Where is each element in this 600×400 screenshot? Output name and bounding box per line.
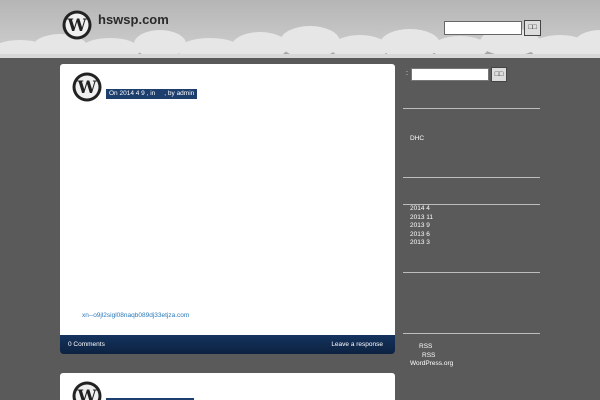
archive-link[interactable]: 2013 9 [410,222,433,231]
sidebar-dhc-link[interactable]: DHC [410,135,424,144]
site-title[interactable]: hswsp.com [98,12,169,27]
meta-links-list: RSS RSS WordPress.org [410,343,453,369]
site-header: W hswsp.com □□ [0,0,600,58]
sidebar-search-label: : [406,70,408,77]
archive-link[interactable]: 2014 4 [410,205,433,214]
wordpress-logo-icon[interactable]: W [62,10,92,40]
leave-response-link[interactable]: Leave a response [331,341,383,348]
sidebar-divider [403,108,540,109]
author-avatar-icon: W [72,381,102,400]
wordpress-org-link[interactable]: WordPress.org [410,360,453,369]
rss-link[interactable]: RSS [410,343,453,352]
sidebar-divider [403,333,540,334]
sidebar-search-input[interactable] [411,68,489,81]
post-footer: 0 Comments Leave a response [60,335,395,354]
svg-text:W: W [66,16,87,36]
archive-link[interactable]: 2013 6 [410,231,433,240]
post-link[interactable]: xn--o9jl2sigl08naqb089dj33etjza.com [82,312,189,319]
sidebar-divider [403,272,540,273]
sidebar-search-button[interactable]: □□ [491,67,507,82]
post-card: W On 2014 4 9 , in , by admin xn--o9jl2s… [60,64,395,354]
sidebar-divider [403,177,540,178]
svg-text:W: W [76,78,97,98]
archive-link[interactable]: 2013 11 [410,214,433,223]
post-card: W [60,373,395,400]
archives-list: 2014 4 2013 11 2013 9 2013 6 2013 3 [410,205,433,248]
comments-link[interactable]: 0 Comments [68,341,105,348]
header-search-button[interactable]: □□ [524,20,541,36]
svg-text:W: W [76,387,97,400]
author-avatar-icon: W [72,72,102,102]
header-search-input[interactable] [444,21,522,35]
comments-rss-link[interactable]: RSS [410,352,453,361]
post-meta: On 2014 4 9 , in , by admin [106,89,198,99]
archive-link[interactable]: 2013 3 [410,239,433,248]
